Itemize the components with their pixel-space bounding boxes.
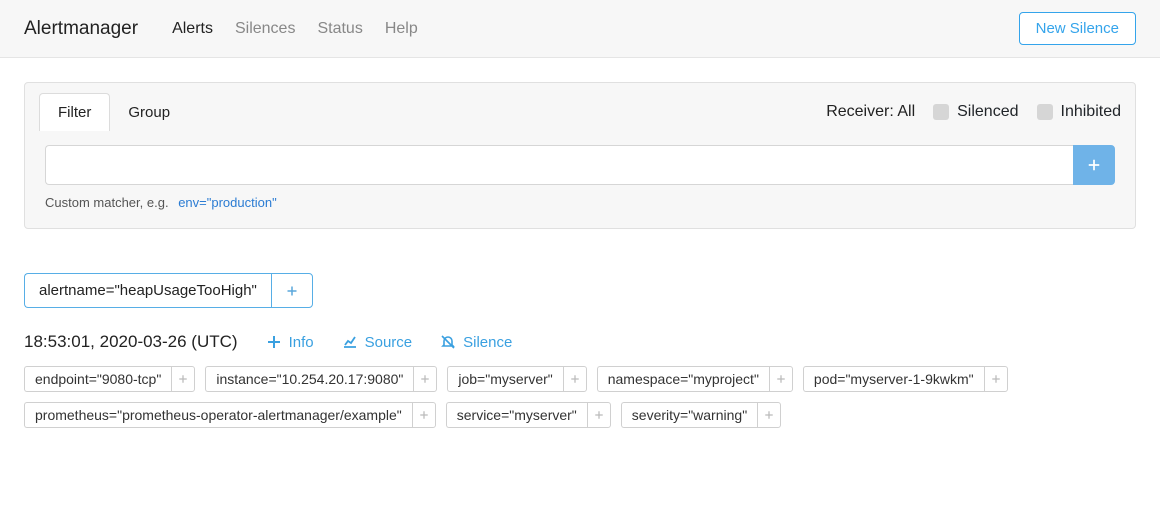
nav-link-alerts[interactable]: Alerts [172,20,213,38]
group-add-button[interactable] [271,273,313,308]
alert-labels: endpoint="9080-tcp" instance="10.254.20.1… [24,366,1136,428]
tab-filter[interactable]: Filter [39,93,110,131]
label-text[interactable]: instance="10.254.20.17:9080" [205,366,413,392]
plus-icon [776,374,786,384]
inhibited-toggle[interactable]: Inhibited [1037,103,1122,121]
nav-link-silences[interactable]: Silences [235,20,295,38]
label-text[interactable]: namespace="myproject" [597,366,769,392]
filter-card-header: Filter Group Receiver: All Silenced Inhi… [25,83,1135,131]
alert-meta: 18:53:01, 2020-03-26 (UTC) Info Source S… [24,332,1136,352]
filter-card-body: Custom matcher, e.g. env="production" [25,131,1135,228]
receiver-label: Receiver: All [826,103,915,121]
tabs: Filter Group [39,93,188,131]
plus-icon [764,410,774,420]
checkbox-icon [1037,104,1053,120]
main: Filter Group Receiver: All Silenced Inhi… [0,58,1160,452]
label-pill: job="myserver" [447,366,586,392]
label-pill: service="myserver" [446,402,611,428]
label-text[interactable]: endpoint="9080-tcp" [24,366,171,392]
label-add-button[interactable] [563,366,587,392]
silenced-toggle[interactable]: Silenced [933,103,1018,121]
matcher-input-row [45,145,1115,185]
nav-link-help[interactable]: Help [385,20,418,38]
nav-left: Alertmanager Alerts Silences Status Help [24,18,418,40]
label-add-button[interactable] [757,402,781,428]
plus-icon [286,285,298,297]
group-label[interactable]: alertname="heapUsageTooHigh" [24,273,271,308]
plus-icon [178,374,188,384]
plus-icon [570,374,580,384]
filter-options: Receiver: All Silenced Inhibited [826,103,1121,121]
label-text[interactable]: service="myserver" [446,402,587,428]
info-label: Info [289,334,314,351]
bell-off-icon [440,334,456,350]
label-pill: prometheus="prometheus-operator-alertman… [24,402,436,428]
alert-group: alertname="heapUsageTooHigh" [24,273,1136,308]
label-pill: endpoint="9080-tcp" [24,366,195,392]
label-pill: instance="10.254.20.17:9080" [205,366,437,392]
label-pill: namespace="myproject" [597,366,793,392]
chart-icon [342,334,358,350]
alert-timestamp: 18:53:01, 2020-03-26 (UTC) [24,332,238,352]
tab-group[interactable]: Group [110,94,188,131]
info-button[interactable]: Info [266,334,314,351]
checkbox-icon [933,104,949,120]
add-matcher-button[interactable] [1073,145,1115,185]
plus-icon [420,374,430,384]
silence-button[interactable]: Silence [440,334,512,351]
new-silence-button[interactable]: New Silence [1019,12,1136,45]
nav-link-status[interactable]: Status [317,20,362,38]
label-add-button[interactable] [769,366,793,392]
label-pill: severity="warning" [621,402,781,428]
label-add-button[interactable] [984,366,1008,392]
label-add-button[interactable] [171,366,195,392]
hint-text: Custom matcher, e.g. [45,195,169,210]
silenced-label: Silenced [957,103,1018,121]
plus-icon [991,374,1001,384]
label-text[interactable]: severity="warning" [621,402,757,428]
brand: Alertmanager [24,18,138,40]
label-pill: pod="myserver-1-9kwkm" [803,366,1008,392]
filter-card: Filter Group Receiver: All Silenced Inhi… [24,82,1136,229]
navbar: Alertmanager Alerts Silences Status Help… [0,0,1160,58]
source-button[interactable]: Source [342,334,413,351]
label-add-button[interactable] [587,402,611,428]
label-text[interactable]: prometheus="prometheus-operator-alertman… [24,402,412,428]
silence-label: Silence [463,334,512,351]
hint-example-link[interactable]: env="production" [178,195,277,210]
plus-icon [419,410,429,420]
matcher-input[interactable] [45,145,1073,185]
label-add-button[interactable] [412,402,436,428]
inhibited-label: Inhibited [1061,103,1122,121]
plus-icon [594,410,604,420]
label-text[interactable]: pod="myserver-1-9kwkm" [803,366,984,392]
plus-icon [266,334,282,350]
label-add-button[interactable] [413,366,437,392]
matcher-hint: Custom matcher, e.g. env="production" [45,195,1115,210]
plus-icon [1087,158,1101,172]
label-text[interactable]: job="myserver" [447,366,562,392]
source-label: Source [365,334,413,351]
